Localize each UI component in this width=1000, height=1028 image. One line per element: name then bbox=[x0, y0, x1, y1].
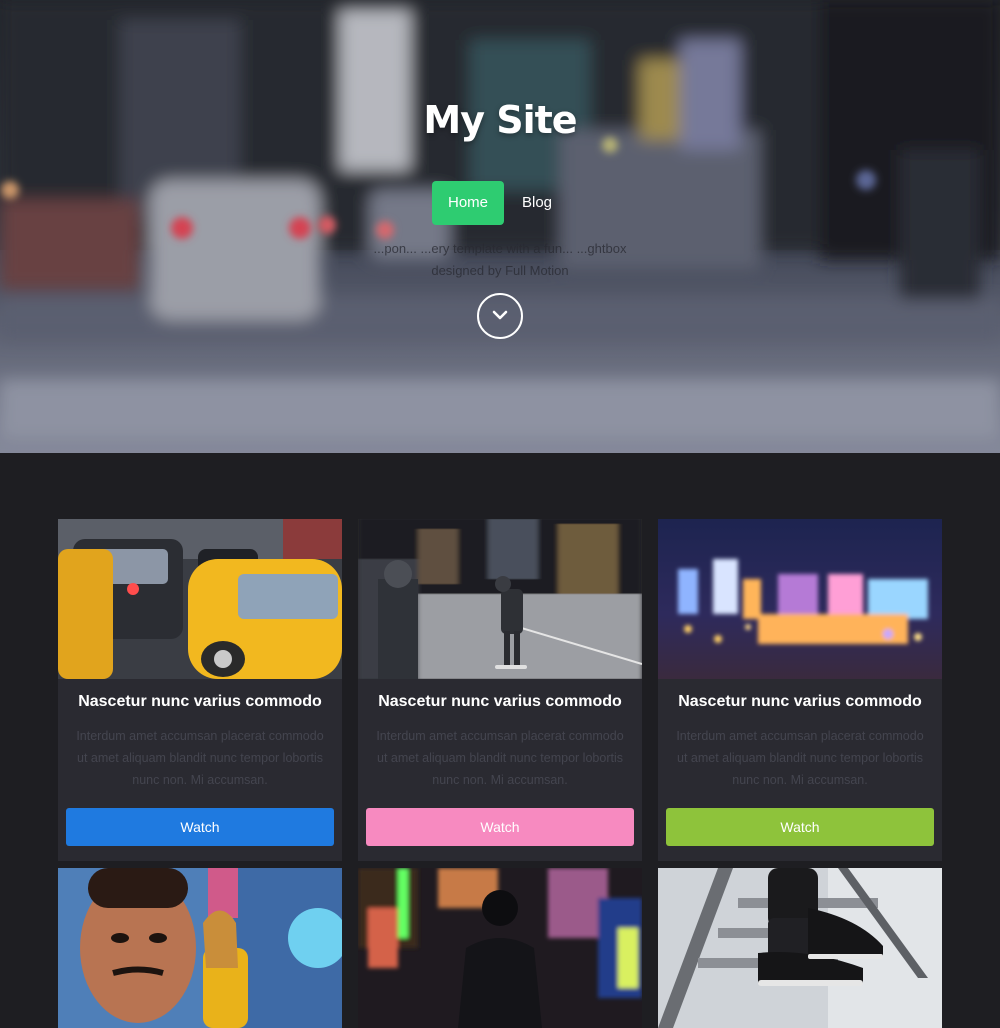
main-nav: Home Blog bbox=[432, 181, 570, 225]
hero-banner: My Site Home Blog ...pon... ...ery templ… bbox=[0, 0, 1000, 453]
nav-item-blog[interactable]: Blog bbox=[504, 181, 570, 225]
card-image-stairs-sneakers[interactable] bbox=[658, 868, 942, 1028]
video-card: Nascetur nunc varius commodo Interdum am… bbox=[658, 519, 942, 861]
video-card bbox=[658, 868, 942, 1028]
video-card: Nascetur nunc varius commodo Interdum am… bbox=[358, 519, 642, 861]
chevron-down-icon bbox=[492, 307, 508, 325]
video-card bbox=[358, 868, 642, 1028]
card-title: Nascetur nunc varius commodo bbox=[78, 693, 322, 710]
card-image-city-lights-bokeh[interactable] bbox=[658, 519, 942, 679]
scroll-down-button[interactable] bbox=[477, 293, 523, 339]
watch-button[interactable]: Watch bbox=[666, 808, 934, 846]
site-tagline: ...pon... ...ery template with a fun... … bbox=[0, 238, 1000, 282]
nav-item-home[interactable]: Home bbox=[432, 181, 504, 225]
tagline-line-1: ...pon... ...ery template with a fun... … bbox=[373, 241, 627, 256]
video-card bbox=[58, 868, 342, 1028]
watch-button[interactable]: Watch bbox=[366, 808, 634, 846]
card-title: Nascetur nunc varius commodo bbox=[678, 693, 922, 710]
card-image-graffiti-wall[interactable] bbox=[58, 868, 342, 1028]
tagline-line-2: designed by Full Motion bbox=[431, 263, 569, 278]
watch-button[interactable]: Watch bbox=[66, 808, 334, 846]
card-description: Interdum amet accumsan placerat commodo … bbox=[76, 729, 324, 787]
site-title: My Site bbox=[423, 98, 577, 142]
video-card: Nascetur nunc varius commodo Interdum am… bbox=[58, 519, 342, 861]
card-description: Interdum amet accumsan placerat commodo … bbox=[376, 729, 624, 787]
card-description: Interdum amet accumsan placerat commodo … bbox=[676, 729, 924, 787]
card-image-neon-street[interactable] bbox=[358, 868, 642, 1028]
card-image-city-taxis[interactable] bbox=[58, 519, 342, 679]
card-image-skateboarder-night[interactable] bbox=[358, 519, 642, 679]
hero-overlay bbox=[0, 0, 1000, 453]
card-title: Nascetur nunc varius commodo bbox=[378, 693, 622, 710]
